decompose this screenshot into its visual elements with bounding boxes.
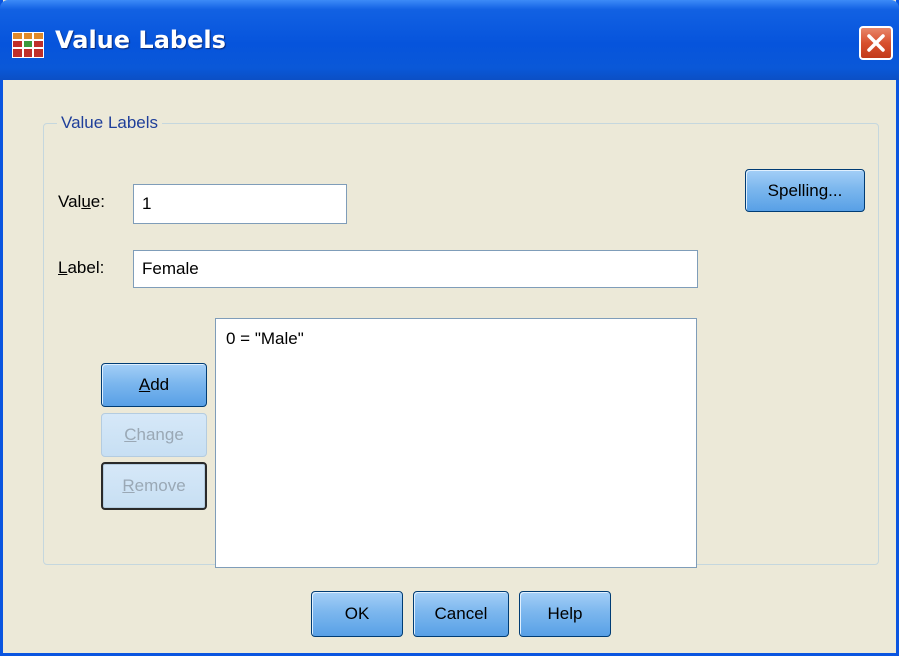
title-bar[interactable]: Value Labels xyxy=(0,0,899,80)
ok-button-label: OK xyxy=(344,604,370,623)
value-label: Value: xyxy=(58,192,105,211)
label-input[interactable]: Female xyxy=(133,250,698,288)
cancel-button[interactable]: Cancel xyxy=(413,591,509,637)
spelling-button[interactable]: Spelling... xyxy=(745,169,865,212)
add-button-label: Add xyxy=(138,375,170,394)
value-labels-dialog: Value Labels Value Labels Value: 1 Label… xyxy=(0,0,899,656)
change-button-label: Change xyxy=(124,425,184,444)
add-button[interactable]: Add xyxy=(101,363,207,407)
close-x-icon xyxy=(867,34,885,52)
value-input[interactable]: 1 xyxy=(133,184,347,224)
dialog-body: Value Labels Value: 1 Label: Female Spel… xyxy=(3,80,896,653)
remove-button-label: Remove xyxy=(122,476,186,495)
cancel-button-label: Cancel xyxy=(434,604,488,623)
remove-button[interactable]: Remove xyxy=(101,462,207,510)
window-title: Value Labels xyxy=(55,26,226,54)
ok-button[interactable]: OK xyxy=(311,591,403,637)
help-button[interactable]: Help xyxy=(519,591,611,637)
value-input-text: 1 xyxy=(142,194,152,213)
close-button[interactable] xyxy=(859,26,893,60)
label-input-text: Female xyxy=(142,259,199,278)
list-item[interactable]: 0 = "Male" xyxy=(226,329,686,349)
spelling-button-label: Spelling... xyxy=(767,180,843,200)
spss-grid-icon xyxy=(12,32,44,58)
value-labels-list[interactable]: 0 = "Male" xyxy=(215,318,697,568)
change-button[interactable]: Change xyxy=(101,413,207,457)
help-button-label: Help xyxy=(547,604,583,623)
groupbox-title: Value Labels xyxy=(57,113,163,133)
label-label: Label: xyxy=(58,258,105,277)
